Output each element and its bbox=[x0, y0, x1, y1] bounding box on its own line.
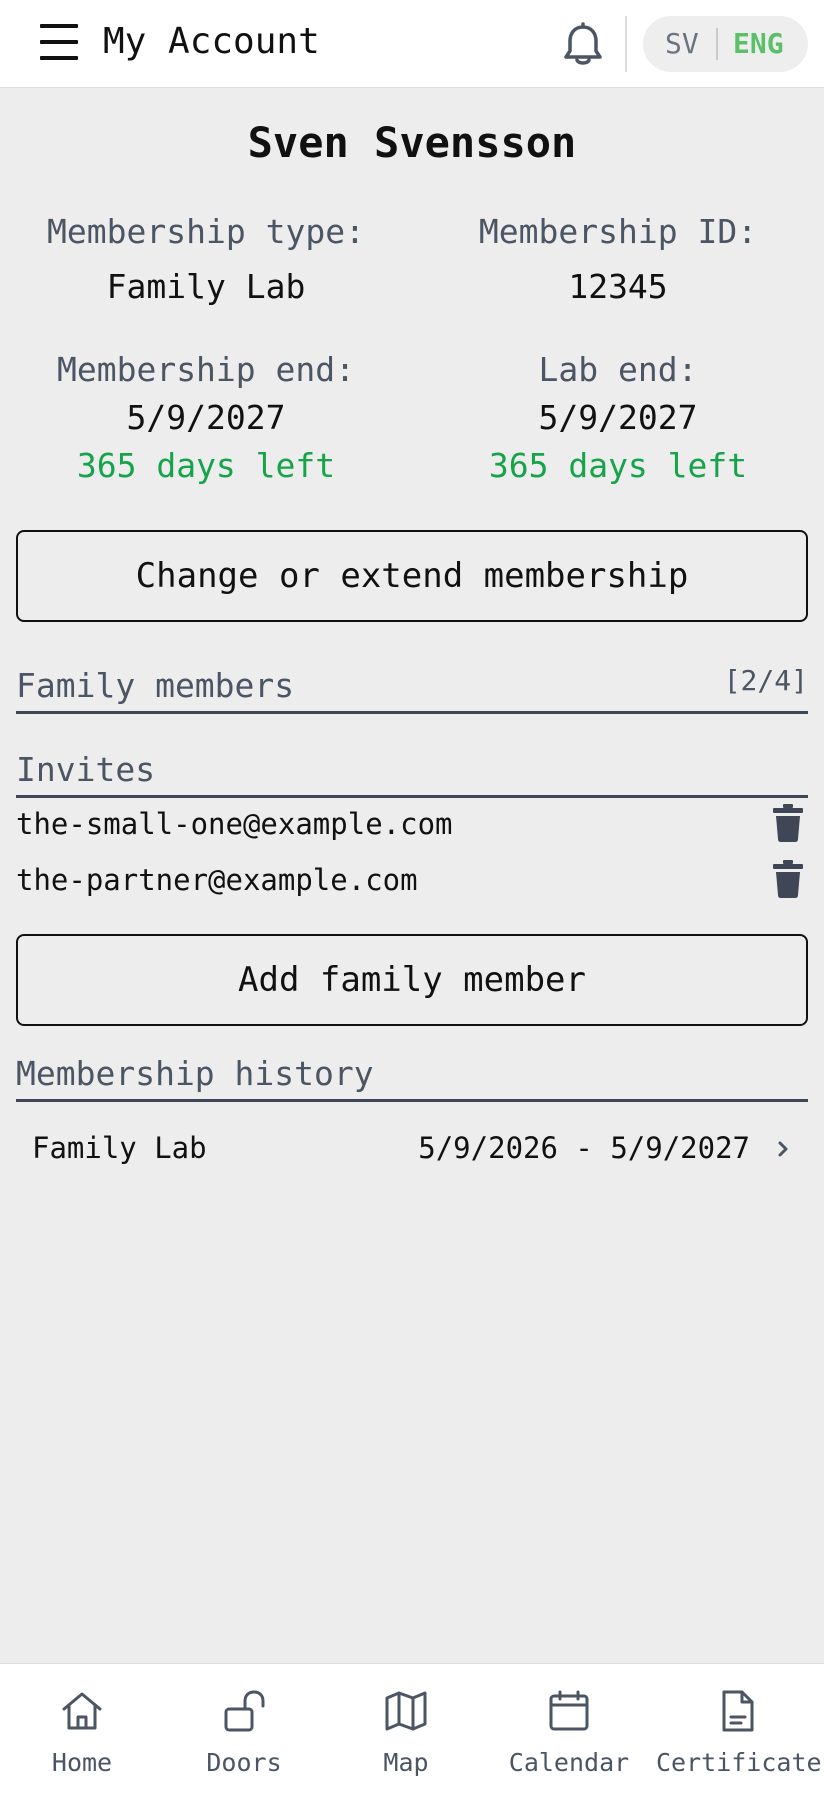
nav-item-doors[interactable]: Doors bbox=[162, 1688, 326, 1788]
bell-icon[interactable] bbox=[562, 22, 604, 68]
family-members-header: Family members [2/4] bbox=[16, 656, 808, 714]
membership-id-label: Membership ID: bbox=[478, 212, 758, 251]
invites-title: Invites bbox=[16, 750, 156, 789]
page-title: My Account bbox=[103, 21, 320, 62]
nav-label-doors: Doors bbox=[206, 1748, 282, 1777]
invite-email: the-small-one@example.com bbox=[16, 807, 453, 841]
membership-end-value: 5/9/2027 bbox=[126, 398, 286, 437]
unlock-icon bbox=[224, 1690, 265, 1732]
lab-end-value: 5/9/2027 bbox=[538, 398, 698, 437]
calendar-icon bbox=[549, 1690, 589, 1731]
lang-sv-button[interactable]: SV bbox=[665, 29, 699, 59]
family-members-title: Family members bbox=[16, 666, 295, 705]
nav-item-certificates[interactable]: Certificates bbox=[656, 1688, 824, 1788]
nav-item-home[interactable]: Home bbox=[0, 1688, 164, 1788]
membership-type-label: Membership type: bbox=[47, 212, 365, 251]
membership-type-block: Membership type: Family Lab bbox=[16, 212, 396, 307]
invite-email: the-partner@example.com bbox=[16, 863, 418, 897]
history-row[interactable]: Family Lab 5/9/2026 - 5/9/2027 bbox=[16, 1120, 808, 1180]
lang-divider bbox=[716, 28, 718, 60]
bottom-nav: Home Doors Map Calendar Certificates bbox=[0, 1663, 824, 1800]
membership-history-title: Membership history bbox=[16, 1054, 374, 1093]
lang-eng-button[interactable]: ENG bbox=[733, 29, 784, 59]
nav-label-calendar: Calendar bbox=[508, 1748, 630, 1777]
history-dates: 5/9/2026 - 5/9/2027 bbox=[418, 1131, 750, 1165]
add-family-member-button[interactable]: Add family member bbox=[16, 934, 808, 1026]
invite-item: the-small-one@example.com bbox=[16, 800, 808, 852]
history-membership-name: Family Lab bbox=[32, 1131, 207, 1165]
home-icon bbox=[62, 1692, 102, 1730]
membership-history-header: Membership history bbox=[16, 1044, 808, 1102]
nav-item-calendar[interactable]: Calendar bbox=[487, 1688, 651, 1788]
app-root: My Account SV ENG Sven Svensson Membersh… bbox=[0, 0, 824, 1800]
member-name: Sven Svensson bbox=[247, 118, 577, 167]
document-icon bbox=[722, 1690, 754, 1732]
membership-id-block: Membership ID: 12345 bbox=[412, 212, 824, 307]
nav-label-home: Home bbox=[51, 1748, 113, 1777]
menu-icon[interactable] bbox=[40, 22, 80, 62]
chevron-right-icon bbox=[774, 1138, 792, 1160]
nav-item-map[interactable]: Map bbox=[324, 1688, 488, 1788]
lab-days-left: 365 days left bbox=[488, 446, 748, 485]
membership-type-value: Family Lab bbox=[106, 267, 306, 306]
lab-end-block: Lab end: 5/9/2027 365 days left bbox=[412, 350, 824, 486]
change-membership-button[interactable]: Change or extend membership bbox=[16, 530, 808, 622]
trash-icon[interactable] bbox=[773, 860, 803, 898]
lab-end-label: Lab end: bbox=[538, 350, 698, 389]
trash-icon[interactable] bbox=[773, 804, 803, 842]
invites-header: Invites bbox=[16, 740, 808, 798]
map-icon bbox=[385, 1691, 427, 1731]
membership-id-value: 12345 bbox=[568, 267, 668, 306]
invite-item: the-partner@example.com bbox=[16, 856, 808, 908]
header-divider bbox=[625, 16, 627, 72]
membership-end-label: Membership end: bbox=[56, 350, 355, 389]
nav-label-map: Map bbox=[383, 1748, 429, 1777]
membership-end-block: Membership end: 5/9/2027 365 days left bbox=[16, 350, 396, 486]
language-switcher: SV ENG bbox=[643, 16, 808, 72]
membership-days-left: 365 days left bbox=[76, 446, 336, 485]
top-bar: My Account SV ENG bbox=[0, 0, 824, 88]
nav-label-certificates: Certificates bbox=[656, 1748, 824, 1777]
family-members-count: [2/4] bbox=[723, 664, 808, 697]
